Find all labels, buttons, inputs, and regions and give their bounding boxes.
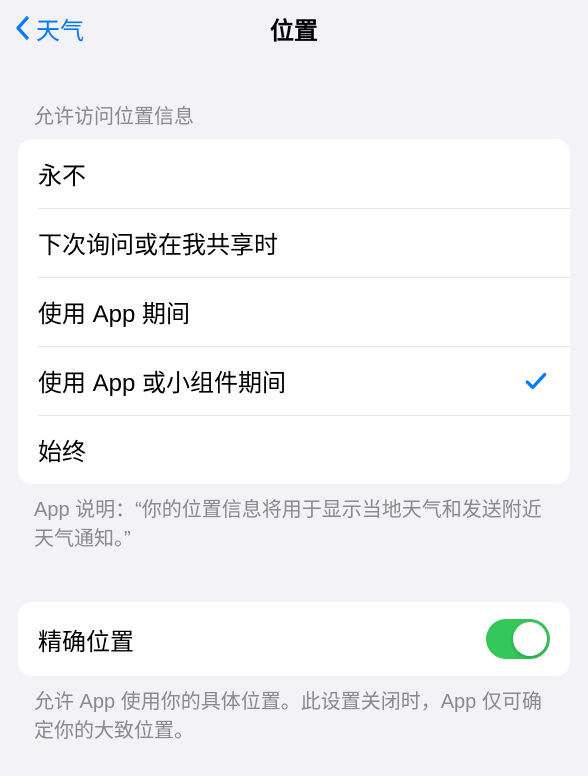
option-label: 下次询问或在我共享时 <box>38 225 278 260</box>
nav-bar: 天气 位置 <box>0 0 588 56</box>
option-label: 永不 <box>38 156 86 191</box>
precise-location-group: 精确位置 <box>18 602 570 676</box>
checkmark-icon <box>522 367 550 395</box>
precise-location-toggle[interactable] <box>486 619 550 659</box>
access-options-group: 永不 下次询问或在我共享时 使用 App 期间 使用 App 或小组件期间 始终 <box>18 139 570 484</box>
option-while-using-or-widgets[interactable]: 使用 App 或小组件期间 <box>18 346 570 415</box>
option-while-using[interactable]: 使用 App 期间 <box>18 277 570 346</box>
page-title: 位置 <box>0 11 588 46</box>
option-ask-next-time[interactable]: 下次询问或在我共享时 <box>18 208 570 277</box>
back-button[interactable]: 天气 <box>8 11 84 46</box>
precise-section-footer: 允许 App 使用你的具体位置。此设置关闭时，App 仅可确定你的大致位置。 <box>0 676 588 746</box>
precise-location-row[interactable]: 精确位置 <box>18 602 570 676</box>
option-label: 使用 App 或小组件期间 <box>38 363 286 398</box>
precise-location-label: 精确位置 <box>38 622 134 657</box>
access-section-header: 允许访问位置信息 <box>0 56 588 139</box>
chevron-left-icon <box>8 14 36 42</box>
access-section-footer: App 说明：“你的位置信息将用于显示当地天气和发送附近天气通知。” <box>0 484 588 554</box>
back-label: 天气 <box>36 11 84 46</box>
option-label: 始终 <box>38 432 86 467</box>
option-never[interactable]: 永不 <box>18 139 570 208</box>
option-always[interactable]: 始终 <box>18 415 570 484</box>
option-label: 使用 App 期间 <box>38 294 190 329</box>
